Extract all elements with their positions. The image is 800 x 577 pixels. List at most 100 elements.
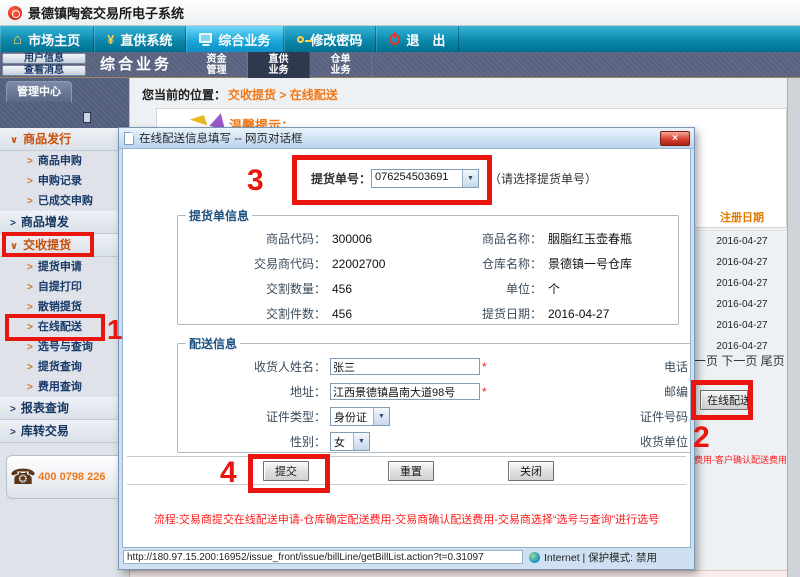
globe-icon <box>529 552 540 563</box>
tab-direct-supply-business[interactable]: 直供 业务 <box>248 52 310 78</box>
document-icon <box>124 132 134 145</box>
bill-number-hint: （请选择提货单号） <box>489 170 597 187</box>
breadcrumb-path: 交收提货 > 在线配送 <box>228 88 338 102</box>
sidebar-item-warehouse-transfer[interactable]: >库转交易 <box>0 420 129 443</box>
window-right-edge <box>787 78 800 577</box>
delivery-info-legend: 配送信息 <box>186 335 240 352</box>
dialog-body: 提货单号： 076254503691 ▼ （请选择提货单号） 提货单信息 商品代… <box>122 149 691 548</box>
delivery-info-fieldset: 配送信息 收货人姓名： * 电话： * 地址： * 邮编： * 证件类型： 身份… <box>177 335 691 453</box>
table-row: 2016-04-27 <box>697 273 787 294</box>
table-row: 2016-04-27 <box>697 252 787 273</box>
sidebar-item-completed-subscriptions[interactable]: >已成交申购 <box>0 191 129 211</box>
clipboard-icon <box>83 112 91 123</box>
app-window: 景德镇陶瓷交易所电子系统 ⌂ 市场主页 ¥ 直供系统 综合业务 修改密码 退 出… <box>0 0 800 577</box>
user-info-button[interactable]: 用户信息 <box>2 53 86 64</box>
dialog-close-button[interactable]: × <box>660 131 690 146</box>
column-header: 注册日期 <box>697 205 787 231</box>
nav-item-market-home[interactable]: ⌂ 市场主页 <box>0 26 94 52</box>
close-button[interactable]: 关闭 <box>508 461 554 481</box>
submit-button[interactable]: 提交 <box>263 461 309 481</box>
sidebar-item-pickup-query[interactable]: >提货查询 <box>0 357 129 377</box>
online-delivery-button[interactable]: 在线配送 <box>700 390 748 410</box>
nav-item-direct-supply[interactable]: ¥ 直供系统 <box>94 26 186 52</box>
dialog-title: 在线配送信息填写 -- 网页对话框 <box>139 130 303 146</box>
sidebar-item-product-additional-issue[interactable]: >商品增发 <box>0 211 129 234</box>
window-titlebar: 景德镇陶瓷交易所电子系统 <box>0 0 800 26</box>
sub-nav: 用户信息 查看消息 综合业务 资金 管理 直供 业务 仓单 业务 <box>0 52 800 78</box>
monitor-icon <box>199 33 212 43</box>
section-label: 综合业务 <box>100 52 172 78</box>
dialog-titlebar: 在线配送信息填写 -- 网页对话框 × <box>119 128 694 149</box>
required-asterisk: * <box>482 360 490 374</box>
sidebar-item-fee-query[interactable]: >费用查询 <box>0 377 129 397</box>
sidebar-item-retail-pickup[interactable]: >散销提货 <box>0 297 129 317</box>
form-row: 收货人姓名： * 电话： * <box>178 354 691 379</box>
sidebar-tab-admin-center[interactable]: 管理中心 <box>6 81 72 102</box>
window-title: 景德镇陶瓷交易所电子系统 <box>28 3 184 22</box>
divider <box>127 456 686 457</box>
address-input[interactable] <box>330 383 480 400</box>
sidebar-item-delivery-pickup[interactable]: ∨交收提货 <box>0 234 129 257</box>
table-row: 2016-04-27 <box>697 315 787 336</box>
app-logo-icon <box>8 6 22 20</box>
chevron-down-icon: ▼ <box>373 408 389 425</box>
form-row: 地址： * 邮编： * <box>178 379 691 404</box>
phone-icon: ☎ <box>10 467 36 488</box>
table-row: 2016-04-27 <box>697 294 787 315</box>
sidebar-item-product-subscribe[interactable]: >商品申购 <box>0 151 129 171</box>
sidebar-item-number-select-query[interactable]: >选号与查询 <box>0 337 129 357</box>
page-footer-strip <box>130 570 787 577</box>
main-nav: ⌂ 市场主页 ¥ 直供系统 综合业务 修改密码 退 出 <box>0 26 800 52</box>
reset-button[interactable]: 重置 <box>388 461 434 481</box>
bill-number-label: 提货单号： <box>311 170 371 187</box>
sidebar-item-online-delivery[interactable]: >在线配送 <box>0 317 129 337</box>
form-row: 证件类型： 身份证▼ 证件号码： <box>178 404 691 429</box>
dialog-statusbar: http://180.97.15.200:16952/issue_front/i… <box>122 548 691 565</box>
bill-number-row: 提货单号： 076254503691 ▼ （请选择提货单号） <box>311 169 597 188</box>
nav-item-logout[interactable]: 退 出 <box>376 26 459 52</box>
status-url: http://180.97.15.200:16952/issue_front/i… <box>123 550 523 564</box>
bill-info-fieldset: 提货单信息 商品代码：300006 商品名称：胭脂红玉壶春瓶 交易商代码：220… <box>177 207 679 325</box>
receiver-name-input[interactable] <box>330 358 480 375</box>
key-icon <box>297 36 304 43</box>
bill-number-select[interactable]: 076254503691 ▼ <box>371 169 479 188</box>
sidebar-item-product-issue[interactable]: ∨商品发行 <box>0 128 129 151</box>
breadcrumb: 您当前的位置：交收提货 > 在线配送 <box>142 86 338 103</box>
sidebar-header: 管理中心 <box>0 78 129 128</box>
currency-icon: ¥ <box>107 33 114 46</box>
required-asterisk: * <box>482 385 490 399</box>
hotline-number: 400 0798 226 <box>38 471 105 483</box>
sidebar-item-pickup-apply[interactable]: >提货申请 <box>0 257 129 277</box>
process-flow-text: 流程:交易商提交在线配送申请-仓库确定配送费用-交易商确认配送费用-交易商选择“… <box>123 511 690 527</box>
status-zone: Internet | 保护模式: 禁用 <box>544 550 657 565</box>
tab-warehouse-receipt-business[interactable]: 仓单 业务 <box>310 52 372 78</box>
chevron-down-icon: ▼ <box>462 170 478 187</box>
sidebar-item-self-pickup-print[interactable]: >自提打印 <box>0 277 129 297</box>
online-delivery-dialog: 在线配送信息填写 -- 网页对话框 × 提货单号： 076254503691 ▼… <box>118 127 695 570</box>
sidebar-menu: ∨商品发行 >商品申购 >申购记录 >已成交申购 >商品增发 ∨交收提货 >提货… <box>0 128 129 443</box>
pagination[interactable]: 上一页 下一页 尾页 到 <box>682 352 800 369</box>
flow-text-fragment: 费用-客户确认配送费用-选 <box>694 453 788 466</box>
hotline-badge: ☎ 400 0798 226 <box>6 455 124 499</box>
gender-select[interactable]: 女▼ <box>330 432 370 451</box>
form-row: 性别： 女▼ 收货单位： <box>178 429 691 454</box>
register-date-column: 注册日期 2016-04-27 2016-04-27 2016-04-27 20… <box>697 205 787 357</box>
tab-funds-management[interactable]: 资金 管理 <box>186 52 248 78</box>
sidebar: 管理中心 ∨商品发行 >商品申购 >申购记录 >已成交申购 >商品增发 ∨交收提… <box>0 78 130 577</box>
nav-item-comprehensive-business[interactable]: 综合业务 <box>186 26 284 52</box>
info-row: 交易商代码：22002700 仓库名称：景德镇一号仓库 <box>178 251 678 276</box>
info-row: 交割数量：456 单位：个 <box>178 276 678 301</box>
nav-item-change-password[interactable]: 修改密码 <box>284 26 376 52</box>
power-icon <box>389 34 400 45</box>
info-row: 交割件数：456 提货日期：2016-04-27 <box>178 301 678 326</box>
bill-info-legend: 提货单信息 <box>186 207 252 224</box>
home-icon: ⌂ <box>13 32 22 47</box>
sidebar-item-report-query[interactable]: >报表查询 <box>0 397 129 420</box>
view-messages-button[interactable]: 查看消息 <box>2 65 86 76</box>
sidebar-item-subscribe-records[interactable]: >申购记录 <box>0 171 129 191</box>
info-row: 商品代码：300006 商品名称：胭脂红玉壶春瓶 <box>178 226 678 251</box>
chevron-down-icon: ▼ <box>353 433 369 450</box>
table-row: 2016-04-27 <box>697 231 787 252</box>
id-type-select[interactable]: 身份证▼ <box>330 407 390 426</box>
divider <box>127 484 686 485</box>
